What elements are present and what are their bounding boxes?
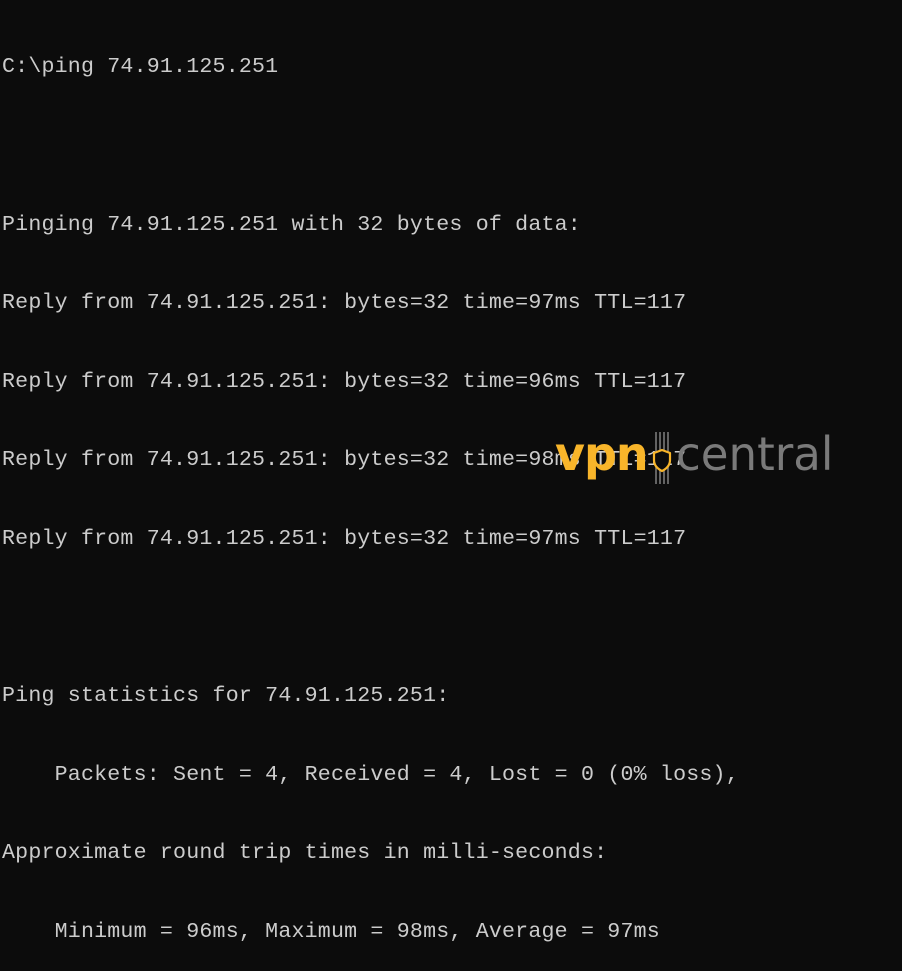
rtt-header: Approximate round trip times in milli-se… [2, 841, 608, 866]
reply-line: Reply from 74.91.125.251: bytes=32 time=… [2, 291, 687, 316]
packets-summary: Packets: Sent = 4, Received = 4, Lost = … [2, 762, 739, 787]
logo-text-central: central [675, 427, 834, 481]
shield-icon [652, 432, 671, 484]
command-line: C:\ping 74.91.125.251 [2, 55, 279, 80]
reply-line: Reply from 74.91.125.251: bytes=32 time=… [2, 369, 687, 394]
pinging-header: Pinging 74.91.125.251 with 32 bytes of d… [2, 212, 581, 237]
reply-line: Reply from 74.91.125.251: bytes=32 time=… [2, 526, 687, 551]
statistics-header: Ping statistics for 74.91.125.251: [2, 684, 450, 709]
vpncentral-logo: vpn central [555, 430, 836, 486]
terminal-output: C:\ping 74.91.125.251 Pinging 74.91.125.… [2, 2, 902, 971]
rtt-summary: Minimum = 96ms, Maximum = 98ms, Average … [2, 919, 660, 944]
logo-text-vpn: vpn [555, 427, 649, 481]
